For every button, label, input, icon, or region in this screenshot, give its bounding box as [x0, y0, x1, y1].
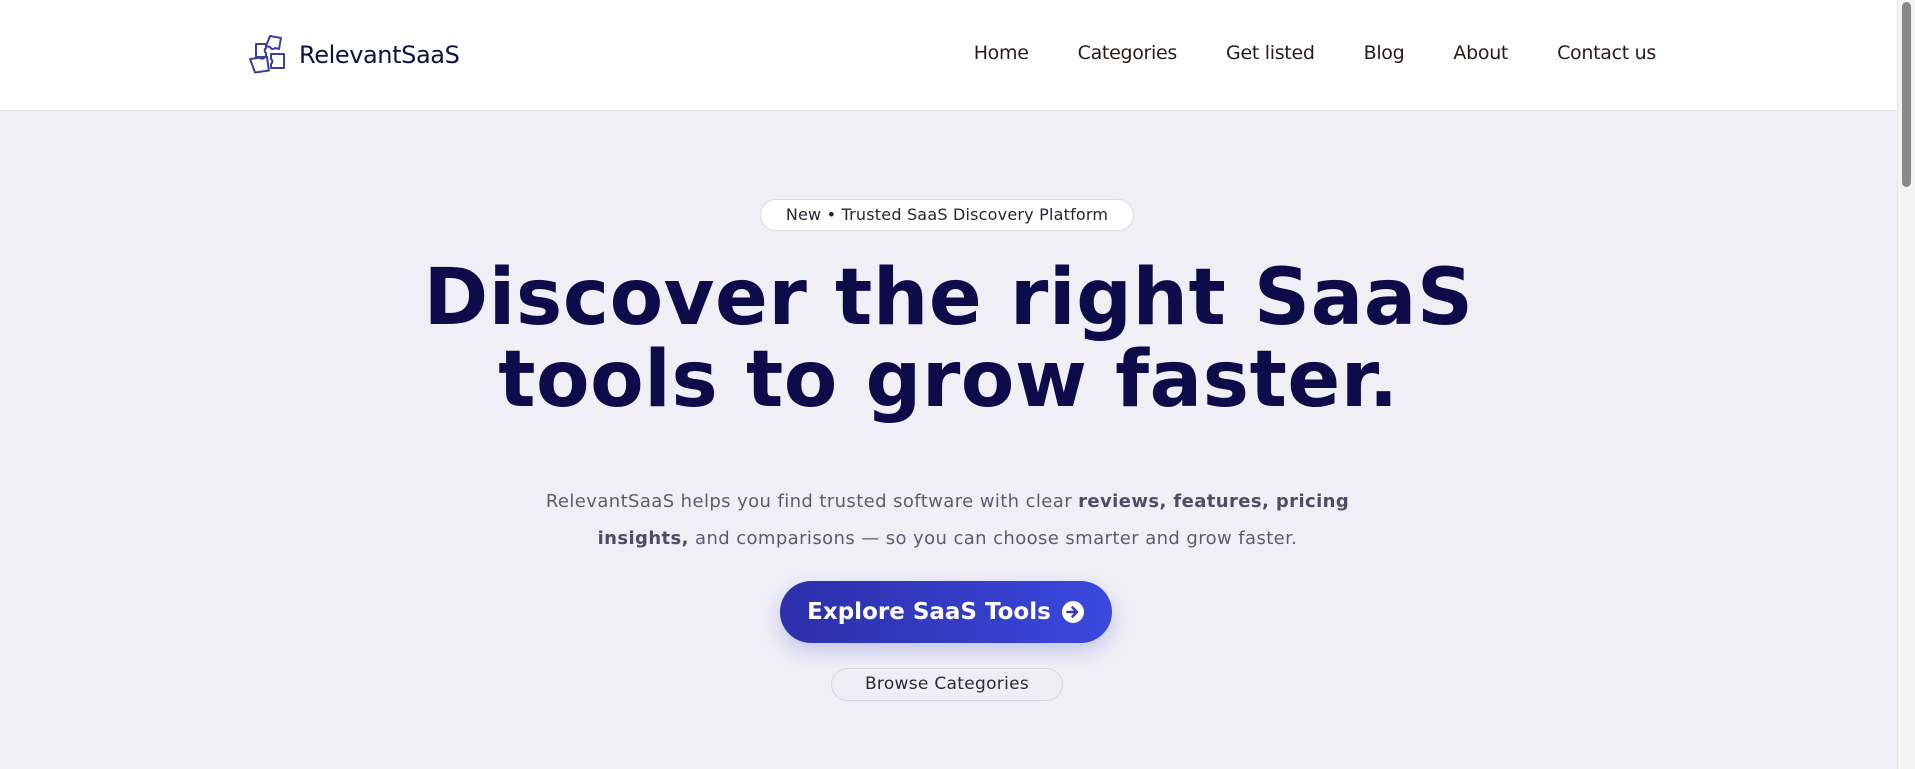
nav-item-blog[interactable]: Blog	[1364, 42, 1405, 64]
browse-categories-button[interactable]: Browse Categories	[831, 668, 1063, 701]
nav-item-categories[interactable]: Categories	[1078, 42, 1178, 64]
page-scrollbar[interactable]	[1897, 0, 1915, 769]
hero-description-suffix: and comparisons — so you can choose smar…	[688, 528, 1298, 549]
nav-item-home[interactable]: Home	[974, 42, 1029, 64]
hero-headline-line-2: tools to grow faster.	[498, 335, 1399, 425]
hero-description: RelevantSaaS helps you find trusted soft…	[540, 483, 1355, 557]
hero-section: New • Trusted SaaS Discovery Platform Di…	[0, 111, 1897, 769]
nav-item-contact-us[interactable]: Contact us	[1557, 42, 1656, 64]
scrollbar-thumb[interactable]	[1902, 2, 1911, 187]
nav-item-about[interactable]: About	[1453, 42, 1508, 64]
brand-name: RelevantSaaS	[299, 41, 460, 69]
site-header: RelevantSaaS Home Categories Get listed …	[0, 0, 1897, 111]
hero-badge: New • Trusted SaaS Discovery Platform	[760, 199, 1134, 231]
puzzle-squares-icon	[249, 35, 285, 74]
page: RelevantSaaS Home Categories Get listed …	[0, 0, 1915, 769]
hero-headline: Discover the right SaaS tools to grow fa…	[0, 257, 1897, 421]
hero-description-prefix: RelevantSaaS helps you find trusted soft…	[545, 491, 1079, 512]
explore-saas-tools-label: Explore SaaS Tools	[807, 599, 1051, 625]
nav-item-get-listed[interactable]: Get listed	[1226, 42, 1315, 64]
brand-logo-link[interactable]: RelevantSaaS	[246, 32, 460, 78]
arrow-circle-right-icon	[1061, 601, 1084, 623]
explore-saas-tools-button[interactable]: Explore SaaS Tools	[780, 581, 1112, 643]
hero-headline-line-1: Discover the right SaaS	[423, 253, 1474, 343]
main-nav: Home Categories Get listed Blog About Co…	[974, 42, 1657, 64]
